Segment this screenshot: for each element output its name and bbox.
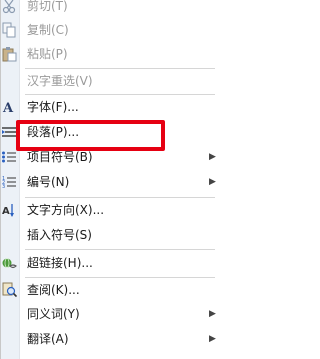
- menu-item-lookup[interactable]: 查阅(K)...: [1, 279, 216, 303]
- svg-text:3: 3: [2, 184, 5, 190]
- menu-item-label: 复制(C): [27, 23, 69, 37]
- submenu-arrow-icon: ▶: [209, 177, 216, 187]
- text-direction-icon: A: [2, 202, 17, 218]
- highlight-box: [16, 120, 165, 151]
- menu-item-label: 翻译(A): [27, 332, 69, 346]
- menu-item-label: 超链接(H)...: [27, 256, 93, 270]
- menu-item-translate[interactable]: 翻译(A) ▶: [1, 328, 216, 352]
- menu-item-numbering[interactable]: 123 编号(N) ▶: [1, 171, 216, 195]
- hyperlink-icon: [2, 255, 17, 271]
- menu-separator: [25, 249, 215, 250]
- svg-text:A: A: [2, 101, 14, 115]
- menu-item-label: 汉字重选(V): [27, 74, 93, 88]
- menu-item-synonyms[interactable]: 同义词(Y) ▶: [1, 303, 216, 327]
- menu-item-paste[interactable]: 粘贴(P): [1, 43, 216, 67]
- bullets-icon: [2, 149, 17, 165]
- menu-item-cut[interactable]: 剪切(T): [1, 0, 216, 19]
- lookup-icon: [2, 282, 18, 298]
- paragraph-icon: [2, 124, 17, 140]
- menu-item-hyperlink[interactable]: 超链接(H)...: [1, 252, 216, 276]
- submenu-arrow-icon: ▶: [209, 309, 216, 319]
- context-menu: 剪切(T) 复制(C) 粘贴(P) 汉字重选(V) A 字体(F)... 段落(…: [0, 0, 216, 359]
- scissors-icon: [2, 0, 17, 14]
- paste-icon: [2, 46, 17, 62]
- menu-item-label: 编号(N): [27, 175, 70, 189]
- submenu-arrow-icon: ▶: [209, 152, 216, 162]
- menu-item-label: 文字方向(X)...: [27, 203, 105, 217]
- menu-item-label: 查阅(K)...: [27, 283, 80, 297]
- menu-item-label: 字体(F)...: [27, 100, 79, 114]
- copy-icon: [2, 22, 17, 38]
- menu-item-text-direction[interactable]: A 文字方向(X)...: [1, 199, 216, 223]
- menu-item-reconvert[interactable]: 汉字重选(V): [1, 70, 216, 94]
- menu-separator: [25, 277, 215, 278]
- font-icon: A: [2, 99, 17, 116]
- menu-item-insert-symbol[interactable]: 插入符号(S): [1, 224, 216, 248]
- numbering-icon: 123: [2, 174, 17, 190]
- menu-item-label: 粘贴(P): [27, 47, 68, 61]
- svg-text:A: A: [2, 206, 10, 217]
- menu-item-font[interactable]: A 字体(F)...: [1, 96, 216, 120]
- menu-item-copy[interactable]: 复制(C): [1, 19, 216, 43]
- menu-separator: [25, 68, 215, 69]
- menu-item-label: 同义词(Y): [27, 307, 80, 321]
- menu-separator: [25, 94, 215, 95]
- menu-item-label: 剪切(T): [27, 0, 68, 13]
- submenu-arrow-icon: ▶: [209, 334, 216, 344]
- menu-separator: [25, 197, 215, 198]
- menu-item-label: 插入符号(S): [27, 228, 92, 242]
